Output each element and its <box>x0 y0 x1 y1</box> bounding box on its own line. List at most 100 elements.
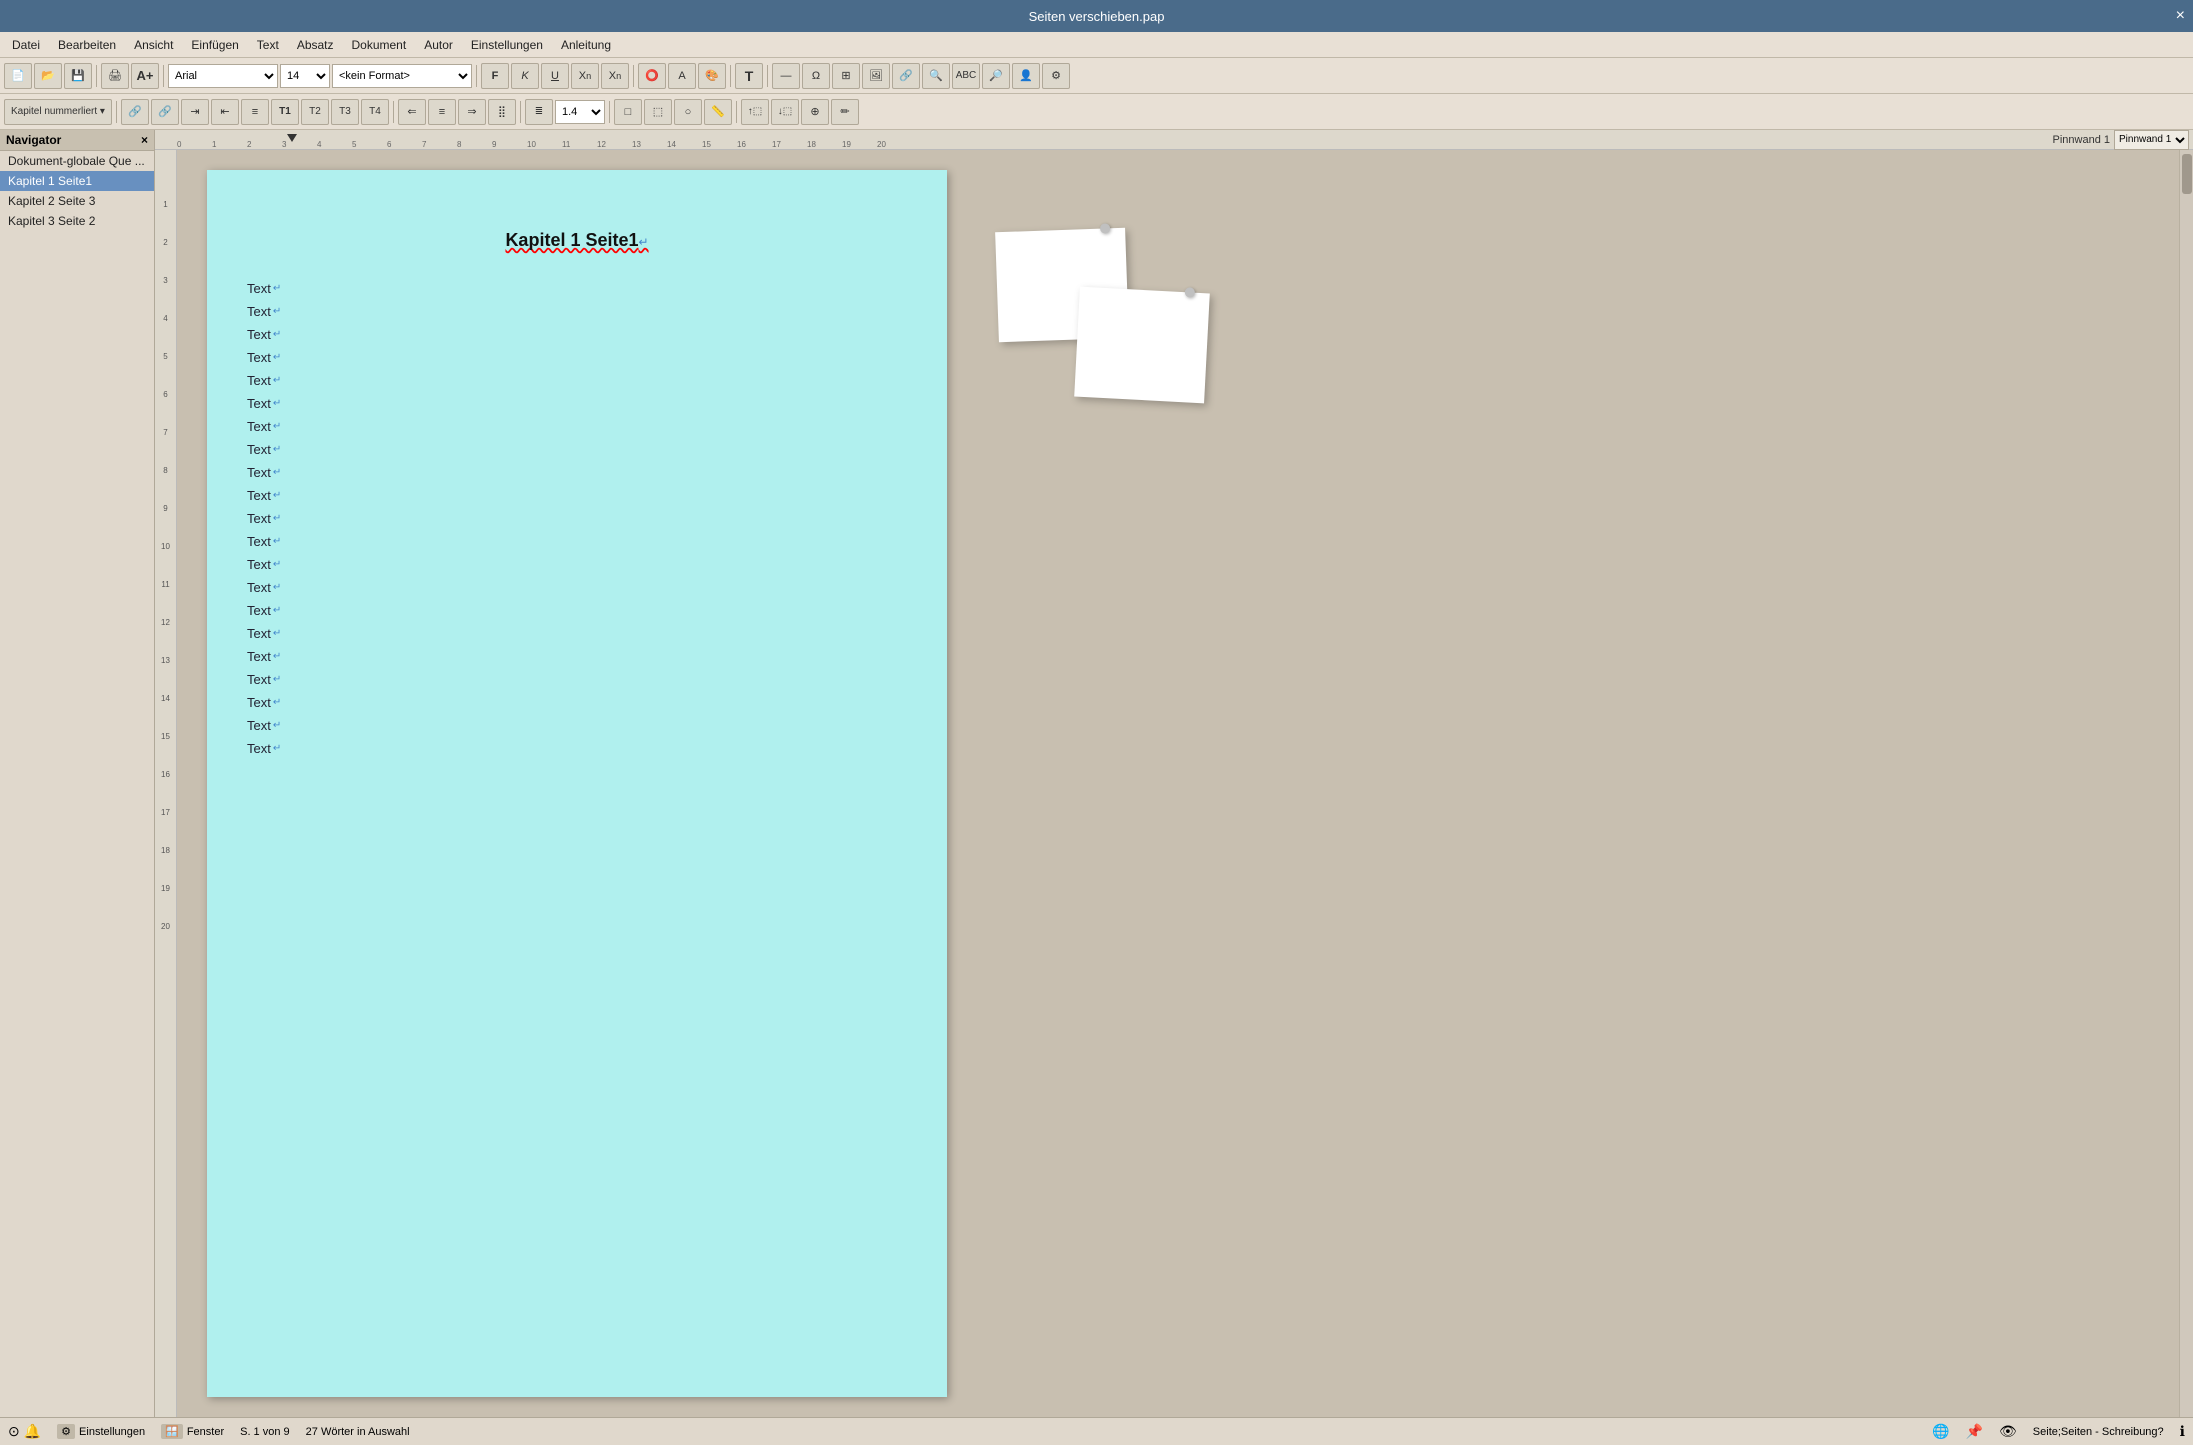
heading2-button[interactable]: T2 <box>301 99 329 125</box>
document-scroll-area[interactable]: 1 2 3 4 5 6 7 8 9 10 11 12 13 14 15 16 1… <box>155 150 2193 1417</box>
superscript-button[interactable]: Xn <box>601 63 629 89</box>
search-button[interactable]: 🔍 <box>922 63 950 89</box>
save-button[interactable]: 💾 <box>64 63 92 89</box>
menu-bearbeiten[interactable]: Bearbeiten <box>50 36 124 54</box>
ruler-toggle-button[interactable]: 📏 <box>704 99 732 125</box>
text-line-4: Text↵ <box>247 350 907 365</box>
subscript-button[interactable]: Xn <box>571 63 599 89</box>
nav-item-kapitel2[interactable]: Kapitel 2 Seite 3 <box>0 191 154 211</box>
menu-autor[interactable]: Autor <box>416 36 461 54</box>
abc-button[interactable]: ABC <box>952 63 980 89</box>
pinnwand-select[interactable]: Pinnwand 1 Pinnwand 2 <box>2114 130 2189 150</box>
text-line-11: Text↵ <box>247 511 907 526</box>
status-window-label[interactable]: Fenster <box>187 1426 224 1438</box>
font-size-increase-button[interactable]: A+ <box>131 63 159 89</box>
heading4-button[interactable]: T4 <box>361 99 389 125</box>
menu-anleitung[interactable]: Anleitung <box>553 36 619 54</box>
zoom-button[interactable]: 🔎 <box>982 63 1010 89</box>
table-button[interactable]: ⊞ <box>832 63 860 89</box>
extra-button[interactable]: ⊕ <box>801 99 829 125</box>
menu-text[interactable]: Text <box>249 36 287 54</box>
return-marker-16: ↵ <box>273 628 281 639</box>
navigator-close-button[interactable]: × <box>141 133 148 147</box>
nav-item-kapitel3[interactable]: Kapitel 3 Seite 2 <box>0 211 154 231</box>
menu-ansicht[interactable]: Ansicht <box>126 36 181 54</box>
background-color-button[interactable]: 🎨 <box>698 63 726 89</box>
right-scrollbar[interactable] <box>2179 150 2193 1417</box>
text-content-17: Text <box>247 649 271 664</box>
sticky-note-2[interactable] <box>1074 287 1210 404</box>
text-insert-button[interactable]: T <box>735 63 763 89</box>
text-line-3: Text↵ <box>247 327 907 342</box>
font-color-button[interactable]: A <box>668 63 696 89</box>
text-content-2: Text <box>247 304 271 319</box>
sep-t2-1 <box>116 101 117 123</box>
insert-line-button[interactable]: — <box>772 63 800 89</box>
align-center-button[interactable]: ≡ <box>428 99 456 125</box>
status-settings[interactable]: ⚙ Einstellungen <box>57 1424 145 1439</box>
unlink-button[interactable]: 🔗 <box>151 99 179 125</box>
underline-button[interactable]: U <box>541 63 569 89</box>
font-size-select[interactable]: 14 <box>280 64 330 88</box>
link-button[interactable]: 🔗 <box>892 63 920 89</box>
font-select[interactable]: Arial <box>168 64 278 88</box>
align-right-button[interactable]: ⇒ <box>458 99 486 125</box>
scrollbar-thumb[interactable] <box>2182 154 2192 194</box>
style-select[interactable]: <kein Format> <box>332 64 472 88</box>
circle-button[interactable]: ○ <box>674 99 702 125</box>
ruler-mark-12: 12 <box>597 140 606 149</box>
text-line-21: Text↵ <box>247 741 907 756</box>
heading3-button[interactable]: T3 <box>331 99 359 125</box>
text-line-19: Text↵ <box>247 695 907 710</box>
image-button[interactable]: 🖼 <box>862 63 890 89</box>
return-marker-6: ↵ <box>273 398 281 409</box>
heading1-button[interactable]: T1 <box>271 99 299 125</box>
document-page[interactable]: Kapitel 1 Seite1↵ Text↵ Text↵ Text↵ Text… <box>207 170 947 1397</box>
status-icons: ⊙ 🔔 <box>8 1423 41 1440</box>
nav-item-global[interactable]: Dokument-globale Que ... <box>0 151 154 171</box>
line-spacing-select[interactable]: 1.4 <box>555 100 605 124</box>
settings-icon-btn[interactable]: ⚙ <box>1042 63 1070 89</box>
text-content-5: Text <box>247 373 271 388</box>
nav-item-kapitel1[interactable]: Kapitel 1 Seite1 <box>0 171 154 191</box>
return-marker-5: ↵ <box>273 375 281 386</box>
bold-button[interactable]: F <box>481 63 509 89</box>
window-close-button[interactable]: × <box>2176 7 2185 25</box>
menu-absatz[interactable]: Absatz <box>289 36 342 54</box>
status-window[interactable]: 🪟 Fenster <box>161 1424 224 1439</box>
status-settings-label[interactable]: Einstellungen <box>79 1426 145 1438</box>
frame-button[interactable]: ⬚ <box>644 99 672 125</box>
outdent-button[interactable]: ⇤ <box>211 99 239 125</box>
menu-dokument[interactable]: Dokument <box>344 36 415 54</box>
italic-button[interactable]: K <box>511 63 539 89</box>
list-button[interactable]: ≡ <box>241 99 269 125</box>
text-line-20: Text↵ <box>247 718 907 733</box>
menu-einfuegen[interactable]: Einfügen <box>183 36 246 54</box>
lruler-5: 5 <box>155 352 176 361</box>
edit-button2[interactable]: ✏ <box>831 99 859 125</box>
ruler-mark-5: 5 <box>352 140 356 149</box>
open-button[interactable]: 📂 <box>34 63 62 89</box>
link-button2[interactable]: 🔗 <box>121 99 149 125</box>
ruler-mark-1: 1 <box>212 140 216 149</box>
return-marker-14: ↵ <box>273 582 281 593</box>
export-button[interactable]: ↑⬚ <box>741 99 769 125</box>
import-button[interactable]: ↓⬚ <box>771 99 799 125</box>
menu-datei[interactable]: Datei <box>4 36 48 54</box>
chapter-num-select[interactable]: Kapitel nummerliert ▾ <box>4 99 112 125</box>
justify-button[interactable]: ⣿ <box>488 99 516 125</box>
ruler-mark-4: 4 <box>317 140 321 149</box>
special-char-button[interactable]: Ω <box>802 63 830 89</box>
align-left-button[interactable]: ⇐ <box>398 99 426 125</box>
line-spacing-button[interactable]: ≣ <box>525 99 553 125</box>
return-marker-17: ↵ <box>273 651 281 662</box>
new-button[interactable]: 📄 <box>4 63 32 89</box>
highlight-button[interactable]: ⭕ <box>638 63 666 89</box>
print-button[interactable]: 🖨 <box>101 63 129 89</box>
indent-button[interactable]: ⇥ <box>181 99 209 125</box>
text-content-1: Text <box>247 281 271 296</box>
text-box-button[interactable]: □ <box>614 99 642 125</box>
user-button[interactable]: 👤 <box>1012 63 1040 89</box>
menu-einstellungen[interactable]: Einstellungen <box>463 36 551 54</box>
text-line-18: Text↵ <box>247 672 907 687</box>
